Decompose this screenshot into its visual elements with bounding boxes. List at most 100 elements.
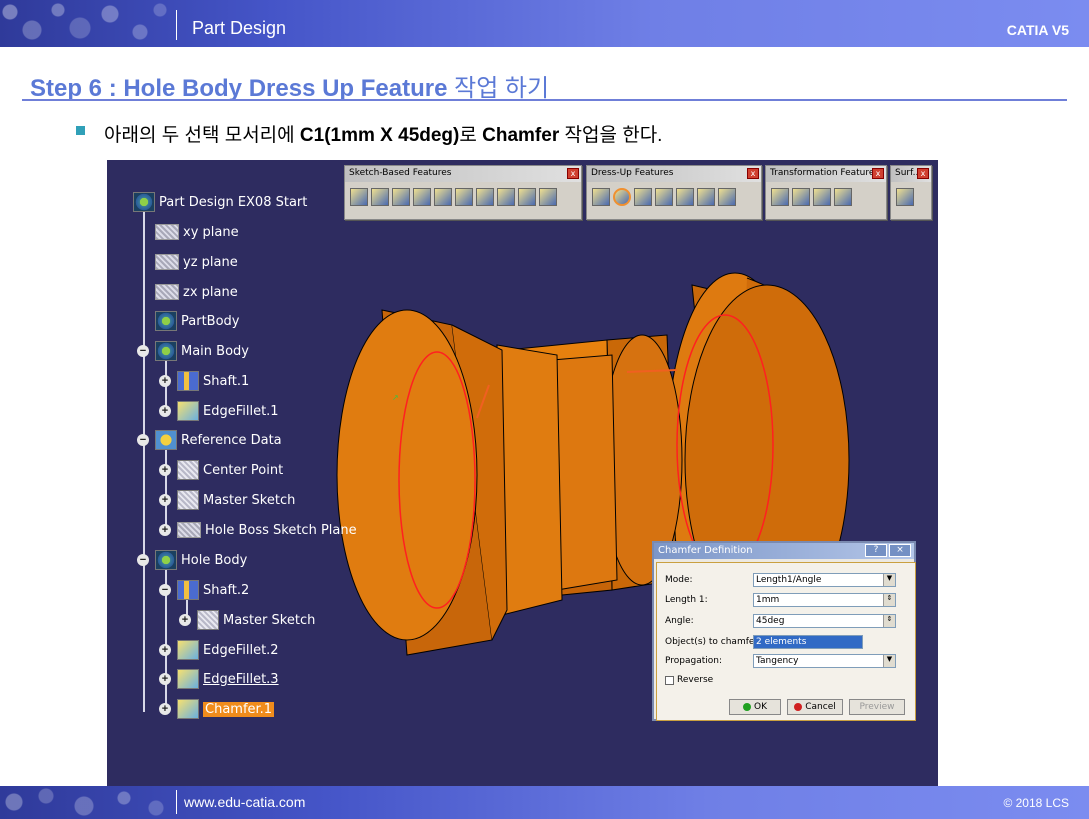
collapse-icon[interactable]: − [137, 434, 149, 446]
expand-icon[interactable]: + [179, 614, 191, 626]
collapse-icon[interactable]: − [137, 345, 149, 357]
close-icon[interactable]: x [567, 168, 579, 179]
body-icon [155, 550, 177, 570]
brand-label: CATIA V5 [1006, 22, 1069, 38]
cancel-button[interactable]: Cancel [787, 699, 843, 715]
toolbar-dress-up-features[interactable]: Dress-Up Features x [586, 165, 762, 220]
tree-item-yz-plane[interactable]: yz plane [155, 250, 238, 274]
tree-root[interactable]: Part Design EX08 Start [133, 190, 307, 214]
footer-url[interactable]: www.edu-catia.com [184, 794, 305, 810]
pattern-icon[interactable] [813, 188, 831, 206]
rib-icon[interactable] [455, 188, 473, 206]
tree-item-shaft-2[interactable]: Shaft.2 [177, 578, 249, 602]
tree-item-partbody[interactable]: PartBody [155, 309, 239, 333]
shell-icon[interactable] [655, 188, 673, 206]
expand-icon[interactable]: + [159, 375, 171, 387]
spinner-icon[interactable]: ⇕ [883, 594, 895, 606]
instr-part: 작업을 한다. [559, 125, 663, 146]
close-button[interactable]: × [889, 544, 911, 557]
tree-item-master-sketch-2[interactable]: Master Sketch [197, 608, 315, 632]
split-icon[interactable] [896, 188, 914, 206]
expand-icon[interactable]: + [159, 644, 171, 656]
footer-decoration [0, 786, 175, 819]
groove-icon[interactable] [413, 188, 431, 206]
tree-item-edgefillet-3[interactable]: EdgeFillet.3 [177, 667, 279, 691]
tree-item-hole-body[interactable]: Hole Body [155, 548, 247, 572]
bullet-icon [76, 126, 85, 135]
catia-viewport[interactable]: ↗ Sketch-Based Features x Dress-Up Featur… [107, 160, 938, 786]
toolbar-transformation-features[interactable]: Transformation Features x [765, 165, 887, 220]
preview-button[interactable]: Preview [849, 699, 905, 715]
toolbar-title: Dress-Up Features x [587, 166, 761, 182]
translation-icon[interactable] [771, 188, 789, 206]
propagation-label: Propagation: [665, 656, 723, 666]
mode-select[interactable]: Length1/Angle ▼ [753, 573, 896, 587]
close-icon[interactable]: x [917, 168, 929, 179]
chamfer-icon [177, 699, 199, 719]
close-icon[interactable]: x [872, 168, 884, 179]
chamfer-definition-dialog[interactable]: Chamfer Definition ? × Mode: Length1/Angl… [652, 541, 916, 721]
toolbar-title: Transformation Features x [766, 166, 886, 182]
chevron-down-icon[interactable]: ▼ [883, 574, 895, 586]
ok-button[interactable]: OK [729, 699, 781, 715]
collapse-icon[interactable]: − [137, 554, 149, 566]
hole-icon[interactable] [434, 188, 452, 206]
spinner-icon[interactable]: ⇕ [883, 615, 895, 627]
remove-loft-icon[interactable] [539, 188, 557, 206]
expand-icon[interactable]: + [159, 673, 171, 685]
expand-icon[interactable]: + [159, 524, 171, 536]
tree-item-shaft-1[interactable]: Shaft.1 [177, 369, 249, 393]
plane-icon [155, 224, 179, 240]
instr-chamfer-word: Chamfer [482, 125, 560, 146]
toolbar-title: Surf... x [891, 166, 931, 182]
expand-icon[interactable]: + [159, 405, 171, 417]
header-decoration [0, 0, 175, 47]
toolbar-icons [587, 182, 761, 206]
thread-icon[interactable] [697, 188, 715, 206]
tree-item-reference-data[interactable]: Reference Data [155, 428, 282, 452]
angle-field[interactable]: 45deg ⇕ [753, 614, 896, 628]
footer-divider [176, 790, 177, 814]
shaft-icon [177, 580, 199, 600]
mirror-icon[interactable] [792, 188, 810, 206]
toolbar-surface-based[interactable]: Surf... x [890, 165, 932, 220]
stiffener-icon[interactable] [497, 188, 515, 206]
length-field[interactable]: 1mm ⇕ [753, 593, 896, 607]
draft-icon[interactable] [634, 188, 652, 206]
loft-icon[interactable] [518, 188, 536, 206]
dialog-title: Chamfer Definition ? × [654, 543, 914, 559]
tree-item-xy-plane[interactable]: xy plane [155, 220, 239, 244]
chevron-down-icon[interactable]: ▼ [883, 655, 895, 667]
tree-item-chamfer-1[interactable]: Chamfer.1 [177, 697, 275, 721]
tree-item-edgefillet-1[interactable]: EdgeFillet.1 [177, 399, 279, 423]
propagation-select[interactable]: Tangency ▼ [753, 654, 896, 668]
expand-icon[interactable]: + [159, 494, 171, 506]
reverse-checkbox[interactable] [665, 675, 674, 685]
thickness-icon[interactable] [676, 188, 694, 206]
close-icon[interactable]: x [747, 168, 759, 179]
edge-fillet-icon[interactable] [592, 188, 610, 206]
reverse-option[interactable]: Reverse [665, 675, 713, 685]
slot-icon[interactable] [476, 188, 494, 206]
tree-item-master-sketch[interactable]: Master Sketch [177, 488, 295, 512]
chamfer-icon[interactable] [613, 188, 631, 206]
instr-part: 아래의 두 선택 모서리에 [104, 125, 300, 146]
help-button[interactable]: ? [865, 544, 887, 557]
tree-item-main-body[interactable]: Main Body [155, 339, 249, 363]
expand-icon[interactable]: + [159, 703, 171, 715]
objects-field[interactable]: 2 elements [753, 635, 863, 649]
tree-item-center-point[interactable]: Center Point [177, 458, 283, 482]
angle-label: Angle: [665, 616, 694, 626]
footer-copyright: © 2018 LCS [1003, 796, 1069, 810]
remove-face-icon[interactable] [718, 188, 736, 206]
instr-part: 로 [459, 125, 483, 146]
objects-label: Object(s) to chamfer: [665, 637, 761, 647]
header-title: Part Design [192, 18, 287, 38]
collapse-icon[interactable]: − [159, 584, 171, 596]
tree-item-hole-boss-sketch-plane[interactable]: Hole Boss Sketch Plane [177, 518, 357, 542]
body-icon [155, 341, 177, 361]
scaling-icon[interactable] [834, 188, 852, 206]
tree-item-zx-plane[interactable]: zx plane [155, 280, 238, 304]
expand-icon[interactable]: + [159, 464, 171, 476]
tree-item-edgefillet-2[interactable]: EdgeFillet.2 [177, 638, 279, 662]
